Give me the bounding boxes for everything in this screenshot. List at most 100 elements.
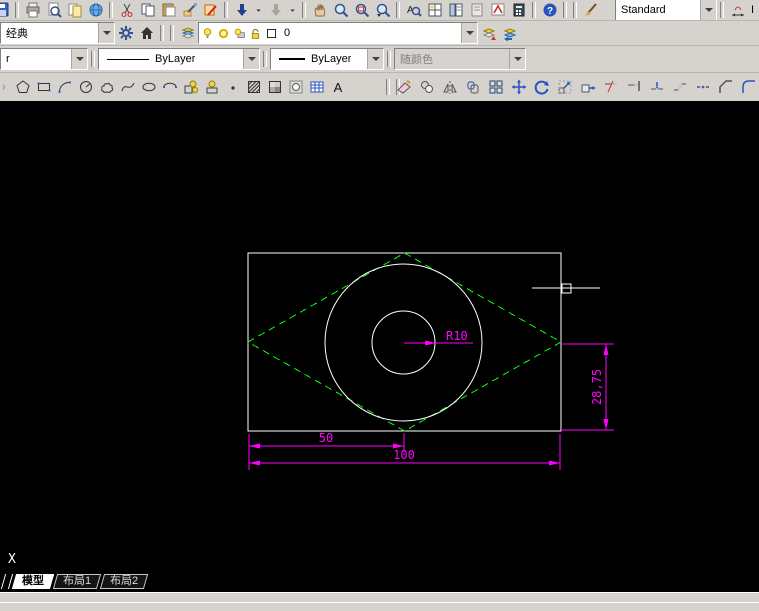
match-properties-icon[interactable] (181, 2, 198, 19)
tab-model[interactable]: 模型 (12, 574, 54, 589)
sheet-set-manager-icon[interactable] (468, 2, 485, 19)
lineweight-combo[interactable]: ByLayer (270, 48, 384, 70)
tab-label: 布局1 (63, 575, 91, 588)
color-combo-value: r (1, 53, 10, 65)
layer-viewport-freeze-icon[interactable] (232, 26, 247, 41)
color-combo-arrow[interactable] (71, 49, 87, 69)
fillet-icon[interactable] (740, 79, 757, 96)
dim-style-icon[interactable] (729, 2, 746, 19)
layer-unlock-icon[interactable] (248, 26, 263, 41)
my-workspace-icon[interactable] (138, 25, 155, 42)
lineweight-combo-arrow[interactable] (367, 49, 383, 69)
color-combo[interactable]: r (0, 48, 88, 70)
plot-preview-icon[interactable] (45, 2, 62, 19)
zoom-realtime-icon[interactable] (332, 2, 349, 19)
layer-combo-arrow[interactable] (461, 23, 477, 43)
linetype-combo[interactable]: ByLayer (98, 48, 260, 70)
lineweight-sample-line (279, 58, 305, 60)
rectangle-entity[interactable] (248, 253, 561, 431)
text-style-combo[interactable]: Standard (615, 0, 717, 21)
workspace-settings-gear-icon[interactable] (117, 25, 134, 42)
join-icon[interactable] (694, 79, 711, 96)
layer-thaw-sun-icon[interactable] (216, 26, 231, 41)
offset-icon[interactable] (464, 79, 481, 96)
hatch-icon[interactable] (245, 79, 262, 96)
tab-layout1[interactable]: 布局1 (53, 574, 101, 589)
properties-brush-icon[interactable] (582, 2, 599, 19)
publish-icon[interactable] (66, 2, 83, 19)
array-icon[interactable] (487, 79, 504, 96)
ellipse-arc-icon[interactable] (161, 79, 178, 96)
find-icon[interactable]: A (405, 2, 422, 19)
workspace-combo-arrow[interactable] (98, 23, 114, 43)
layer-previous-icon[interactable] (501, 25, 518, 42)
radius-dimension[interactable]: R10 (404, 329, 473, 346)
vertical-dimension[interactable]: 28,75 (561, 344, 614, 430)
toolbar-separator (387, 51, 391, 67)
quickcalc-icon[interactable] (510, 2, 527, 19)
ellipse-icon[interactable] (140, 79, 157, 96)
region-icon[interactable] (287, 79, 304, 96)
lineweight-combo-value: ByLayer (311, 53, 351, 65)
save-icon[interactable] (0, 2, 10, 19)
make-block-icon[interactable] (203, 79, 220, 96)
move-icon[interactable] (510, 79, 527, 96)
chamfer-icon[interactable] (717, 79, 734, 96)
properties-toolbar: r ByLayer ByLayer 随颜色 (0, 46, 759, 73)
extend-icon[interactable] (625, 79, 642, 96)
help-icon[interactable]: ? (541, 2, 558, 19)
block-editor-icon[interactable] (202, 2, 219, 19)
gradient-icon[interactable] (266, 79, 283, 96)
mirror-icon[interactable] (441, 79, 458, 96)
break-icon[interactable] (671, 79, 688, 96)
undo-icon[interactable] (233, 2, 250, 19)
draw-clipped-icon[interactable] (2, 79, 10, 96)
half-width-dimension[interactable]: 50 (249, 431, 404, 452)
spline-icon[interactable] (119, 79, 136, 96)
redo-icon[interactable] (267, 2, 284, 19)
erase-icon[interactable] (395, 79, 412, 96)
table-icon[interactable] (308, 79, 325, 96)
mtext-icon[interactable]: A (329, 79, 346, 96)
layer-combo[interactable]: 0 (198, 22, 478, 44)
undo-dropdown-icon[interactable] (254, 2, 263, 19)
stretch-icon[interactable] (579, 79, 596, 96)
rotate-icon[interactable] (533, 79, 550, 96)
make-object-layer-current-icon[interactable] (480, 25, 497, 42)
half-width-dimension-text: 50 (319, 431, 333, 445)
scale-icon[interactable] (556, 79, 573, 96)
redo-dropdown-icon[interactable] (288, 2, 297, 19)
workspace-combo[interactable]: 经典 (0, 22, 115, 44)
point-icon[interactable] (224, 79, 241, 96)
insert-block-icon[interactable] (182, 79, 199, 96)
text-style-combo-arrow[interactable] (700, 0, 716, 20)
zoom-window-icon[interactable] (353, 2, 370, 19)
layer-on-bulb-icon[interactable] (200, 26, 215, 41)
markup-icon[interactable] (489, 2, 506, 19)
text-style-combo-value: Standard (616, 4, 666, 16)
polygon-icon[interactable] (14, 79, 31, 96)
zoom-previous-icon[interactable] (374, 2, 391, 19)
pan-icon[interactable] (311, 2, 328, 19)
circle-icon[interactable] (77, 79, 94, 96)
tool-palettes-icon[interactable] (447, 2, 464, 19)
layer-properties-manager-icon[interactable] (179, 25, 196, 42)
diamond-centerline-entity[interactable] (248, 253, 561, 431)
web-icon[interactable] (87, 2, 104, 19)
drawing-canvas[interactable]: R10 28,75 50 (0, 101, 759, 573)
designcenter-icon[interactable] (426, 2, 443, 19)
standard-toolbar: A? Standard I (0, 0, 759, 21)
revision-cloud-icon[interactable] (98, 79, 115, 96)
plot-icon[interactable] (24, 2, 41, 19)
draw-modify-toolbar: A (0, 73, 759, 101)
rectangle-icon[interactable] (35, 79, 52, 96)
tab-layout2[interactable]: 布局2 (100, 574, 148, 589)
cut-icon[interactable] (118, 2, 135, 19)
linetype-combo-arrow[interactable] (243, 49, 259, 69)
copy-icon[interactable] (139, 2, 156, 19)
trim-icon[interactable] (602, 79, 619, 96)
arc-icon[interactable] (56, 79, 73, 96)
copy-object-icon[interactable] (418, 79, 435, 96)
break-at-point-icon[interactable] (648, 79, 665, 96)
paste-icon[interactable] (160, 2, 177, 19)
